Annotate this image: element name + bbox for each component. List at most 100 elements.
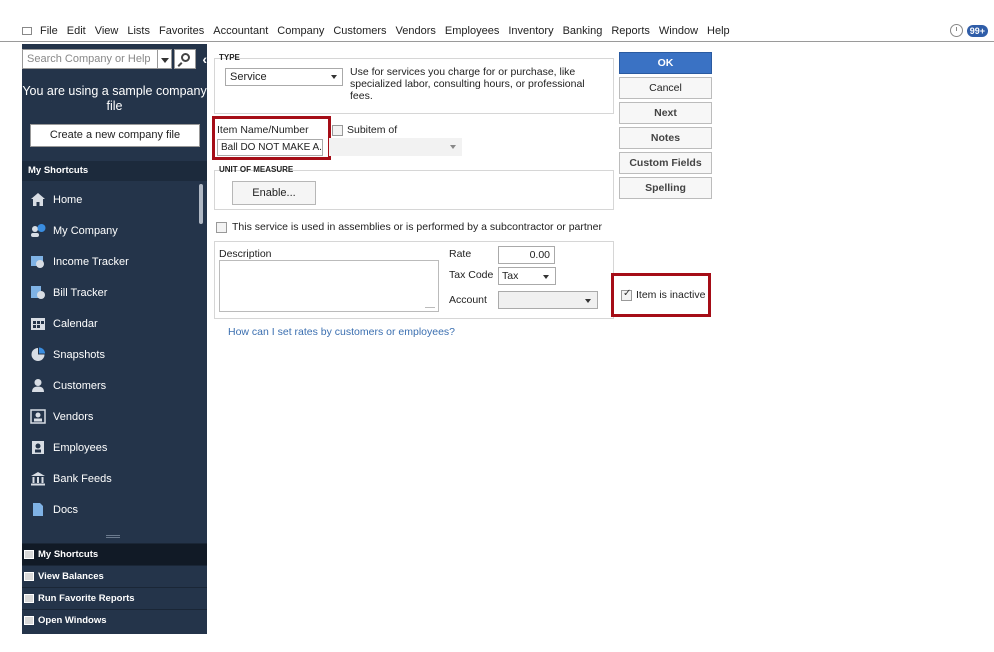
sidebar-bottom-tabs: My Shortcuts View Balances Run Favorite …	[22, 543, 207, 631]
tax-code-label: Tax Code	[449, 269, 494, 281]
tab-label: View Balances	[38, 571, 104, 582]
app-menu-icon[interactable]	[22, 26, 32, 35]
shortcut-list: Home My Company Income Tracker Bill Trac…	[22, 184, 197, 525]
item-type-select[interactable]: Service	[225, 68, 343, 86]
menu-view[interactable]: View	[95, 25, 119, 37]
sidebar-item-label: My Company	[53, 224, 118, 237]
reports-icon	[24, 594, 34, 603]
unit-of-measure-label: UNIT OF MEASURE	[219, 165, 294, 174]
sidebar-item-customers[interactable]: Customers	[22, 370, 197, 401]
account-select[interactable]	[498, 291, 598, 309]
left-sidebar: Search Company or Help ‹ You are using a…	[22, 44, 207, 634]
sidebar-item-label: Docs	[53, 503, 79, 516]
sidebar-item-calendar[interactable]: Calendar	[22, 308, 197, 339]
sidebar-item-label: Calendar	[53, 317, 98, 330]
menu-reports[interactable]: Reports	[611, 25, 650, 37]
notification-badge[interactable]: 99+	[966, 24, 988, 37]
notes-button[interactable]: Notes	[619, 127, 712, 149]
rate-field[interactable]: 0.00	[498, 246, 555, 264]
sidebar-item-bill-tracker[interactable]: Bill Tracker	[22, 277, 197, 308]
vendor-icon	[30, 409, 46, 424]
resize-grip[interactable]	[425, 307, 435, 308]
menu-favorites[interactable]: Favorites	[159, 25, 204, 37]
menu-file[interactable]: File	[40, 25, 58, 37]
rate-label: Rate	[449, 248, 472, 260]
menu-inventory[interactable]: Inventory	[508, 25, 553, 37]
subitem-checkbox[interactable]	[332, 124, 343, 136]
search-icon[interactable]	[174, 49, 197, 69]
menu-bar: File Edit View Lists Favorites Accountan…	[0, 20, 994, 42]
calendar-icon	[31, 318, 45, 330]
cancel-button[interactable]: Cancel	[619, 77, 712, 99]
create-company-button[interactable]: Create a new company file	[30, 124, 200, 147]
tab-label: Run Favorite Reports	[38, 593, 135, 604]
menu-employees[interactable]: Employees	[445, 25, 499, 37]
menu-banking[interactable]: Banking	[563, 25, 603, 37]
tab-run-favorite-reports[interactable]: Run Favorite Reports	[22, 587, 207, 609]
type-description: Use for services you charge for or purch…	[350, 66, 585, 102]
income-tracker-icon	[31, 256, 44, 268]
search-dropdown[interactable]	[158, 49, 173, 69]
sidebar-item-label: Employees	[53, 441, 108, 454]
account-label: Account	[449, 294, 487, 306]
tax-code-select[interactable]: Tax	[498, 267, 556, 285]
alarm-clock-icon[interactable]	[949, 24, 963, 37]
sidebar-item-home[interactable]: Home	[22, 184, 197, 215]
menu-company[interactable]: Company	[277, 25, 324, 37]
menu-right-area: 99+	[949, 24, 988, 37]
subitem-checkbox-row[interactable]: Subitem of	[332, 124, 397, 136]
sidebar-item-employees[interactable]: Employees	[22, 432, 197, 463]
chevron-down-icon	[585, 299, 591, 303]
tab-open-windows[interactable]: Open Windows	[22, 609, 207, 631]
assembly-checkbox-row[interactable]: This service is used in assemblies or is…	[216, 221, 602, 233]
assembly-label: This service is used in assemblies or is…	[232, 221, 602, 233]
next-button[interactable]: Next	[619, 102, 712, 124]
menu-lists[interactable]: Lists	[127, 25, 150, 37]
sidebar-item-label: Vendors	[53, 410, 94, 423]
menu-window[interactable]: Window	[659, 25, 698, 37]
sidebar-item-bank-feeds[interactable]: Bank Feeds	[22, 463, 197, 494]
sidebar-item-docs[interactable]: Docs	[22, 494, 197, 525]
custom-fields-button[interactable]: Custom Fields	[619, 152, 712, 174]
subitem-parent-select[interactable]	[329, 138, 462, 156]
sidebar-item-snapshots[interactable]: Snapshots	[22, 339, 197, 370]
home-icon	[31, 193, 45, 206]
enable-uom-button[interactable]: Enable...	[232, 181, 316, 205]
menu-help[interactable]: Help	[707, 25, 730, 37]
spelling-button[interactable]: Spelling	[619, 177, 712, 199]
ok-button[interactable]: OK	[619, 52, 712, 74]
item-inactive-highlight	[611, 273, 711, 317]
sidebar-item-label: Income Tracker	[53, 255, 129, 268]
company-icon	[31, 224, 46, 237]
menu-edit[interactable]: Edit	[67, 25, 86, 37]
sidebar-splitter[interactable]	[106, 535, 120, 538]
description-label: Description	[219, 248, 272, 260]
search-input[interactable]: Search Company or Help	[22, 49, 159, 69]
sidebar-item-vendors[interactable]: Vendors	[22, 401, 197, 432]
tab-my-shortcuts[interactable]: My Shortcuts	[22, 543, 207, 565]
sidebar-item-label: Customers	[53, 379, 107, 392]
item-name-highlight	[212, 116, 331, 160]
sidebar-item-label: Home	[53, 193, 83, 206]
sidebar-item-label: Snapshots	[53, 348, 105, 361]
bill-tracker-icon	[31, 286, 45, 299]
item-type-value: Service	[230, 71, 267, 83]
menu-accountant[interactable]: Accountant	[213, 25, 268, 37]
shortcuts-icon	[24, 550, 34, 559]
pie-chart-icon	[31, 347, 45, 361]
sidebar-scrollbar[interactable]	[199, 184, 203, 224]
description-textarea[interactable]	[219, 260, 439, 312]
tab-view-balances[interactable]: View Balances	[22, 565, 207, 587]
employee-icon	[32, 441, 44, 454]
sidebar-item-income-tracker[interactable]: Income Tracker	[22, 246, 197, 277]
sidebar-item-my-company[interactable]: My Company	[22, 215, 197, 246]
menu-customers[interactable]: Customers	[333, 25, 386, 37]
menu-vendors[interactable]: Vendors	[396, 25, 436, 37]
document-icon	[33, 503, 43, 516]
sidebar-item-label: Bill Tracker	[53, 286, 108, 299]
type-label: TYPE	[219, 53, 240, 62]
assembly-checkbox[interactable]	[216, 221, 227, 233]
rates-help-link[interactable]: How can I set rates by customers or empl…	[228, 326, 455, 338]
chevron-down-icon	[543, 275, 549, 279]
sidebar-search-bar: Search Company or Help ‹	[22, 47, 207, 71]
